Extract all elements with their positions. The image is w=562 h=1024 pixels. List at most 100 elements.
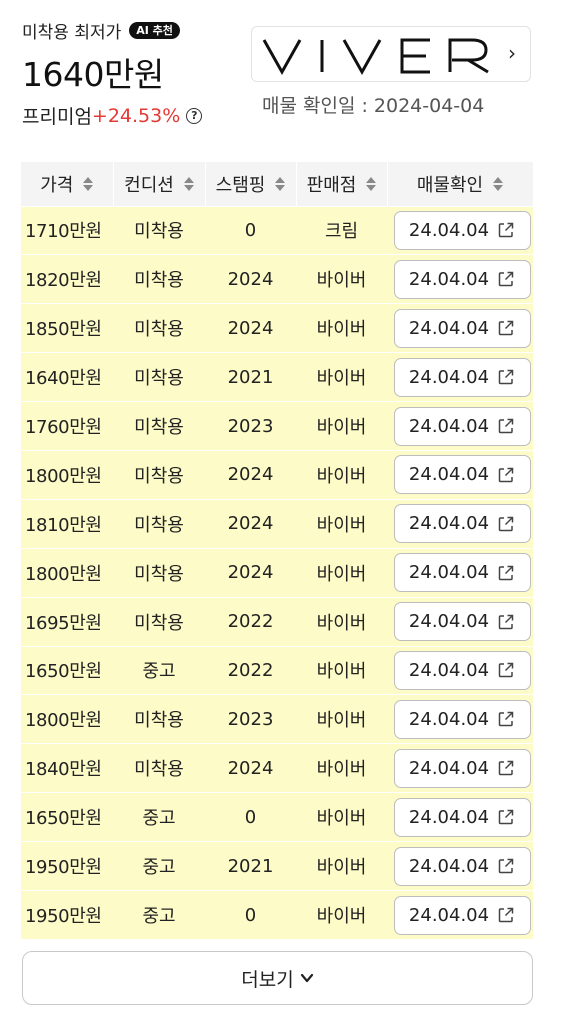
listing-check-date-label: 24.04.04: [408, 415, 490, 437]
cell-seller: 바이버: [296, 694, 387, 744]
cell-listing-check: 24.04.04: [387, 303, 533, 353]
lowest-price-label-row: 미착용 최저가 AI 추천: [22, 18, 180, 43]
cell-listing-check: 24.04.04: [387, 645, 533, 695]
listing-check-date-label: 24.04.04: [408, 464, 490, 486]
cell-stamping: 2024: [205, 498, 296, 549]
cell-listing-check: 24.04.04: [387, 596, 533, 647]
listing-check-button[interactable]: 24.04.04: [393, 308, 531, 348]
listing-check-button[interactable]: 24.04.04: [393, 602, 531, 642]
cell-stamping: 2024: [205, 743, 296, 793]
viver-logo-link[interactable]: ›: [251, 26, 531, 82]
cell-price: 1820만원: [21, 254, 113, 304]
listing-check-button[interactable]: 24.04.04: [393, 210, 531, 250]
cell-stamping: 2023: [205, 401, 296, 451]
listing-check-button[interactable]: 24.04.04: [393, 699, 531, 739]
table-row: 1840만원 미착용 2024 바이버 24.04.04: [21, 743, 533, 793]
cell-seller: 바이버: [296, 449, 387, 500]
table-row: 1820만원 미착용 2024 바이버 24.04.04: [21, 254, 533, 304]
cell-seller: 바이버: [296, 889, 387, 940]
external-link-icon: [497, 368, 515, 386]
column-header-label: 가격: [40, 174, 74, 196]
cell-listing-check: 24.04.04: [387, 743, 533, 793]
cell-listing-check: 24.04.04: [387, 449, 533, 500]
external-link-icon: [497, 221, 515, 239]
cell-seller: 바이버: [296, 743, 387, 793]
listing-table: 가격 컨디션 스탬핑 판매점 매물확인 1710만원 미착용 0 크림 24.0…: [21, 162, 534, 940]
cell-stamping: 0: [205, 792, 296, 842]
listing-check-button[interactable]: 24.04.04: [393, 553, 531, 593]
cell-stamping: 2024: [205, 254, 296, 304]
load-more-button[interactable]: 더보기: [22, 951, 533, 1005]
column-header-price[interactable]: 가격: [21, 162, 114, 206]
cell-condition: 미착용: [113, 401, 205, 451]
cell-seller: 바이버: [296, 352, 387, 402]
lowest-price-value: 1640만원: [22, 55, 164, 94]
listing-check-date-label: 24.04.04: [408, 855, 490, 877]
listing-check-button[interactable]: 24.04.04: [393, 406, 531, 446]
column-header-condition[interactable]: 컨디션: [113, 162, 206, 206]
cell-condition: 미착용: [113, 498, 205, 549]
load-more-label: 더보기: [241, 968, 294, 991]
cell-stamping: 0: [205, 889, 296, 940]
listing-check-button[interactable]: 24.04.04: [393, 748, 531, 788]
cell-seller: 바이버: [296, 547, 387, 598]
cell-stamping: 2022: [205, 645, 296, 695]
cell-price: 1760만원: [21, 401, 113, 451]
cell-price: 1810만원: [21, 498, 113, 549]
listing-check-date-label: 24.04.04: [408, 268, 490, 290]
cell-stamping: 2021: [205, 352, 296, 402]
lowest-price-label: 미착용 최저가: [22, 23, 122, 43]
cell-condition: 미착용: [113, 254, 205, 304]
external-link-icon: [497, 759, 515, 777]
viver-logo: [262, 38, 489, 76]
help-icon[interactable]: ?: [186, 107, 203, 124]
external-link-icon: [497, 808, 515, 826]
external-link-icon: [497, 564, 515, 582]
table-row: 1950만원 중고 2021 바이버 24.04.04: [21, 841, 533, 891]
sort-icon: [83, 176, 94, 191]
cell-listing-check: 24.04.04: [387, 694, 533, 744]
listing-check-button[interactable]: 24.04.04: [393, 650, 531, 690]
column-header-stamping[interactable]: 스탬핑: [205, 162, 297, 206]
cell-seller: 바이버: [296, 401, 387, 451]
external-link-icon: [497, 417, 515, 435]
table-row: 1710만원 미착용 0 크림 24.04.04: [21, 205, 533, 255]
ai-recommend-badge: AI 추천: [129, 22, 180, 39]
premium-label: 프리미엄: [22, 106, 92, 128]
column-header-label: 스탬핑: [215, 174, 266, 196]
cell-price: 1710만원: [21, 205, 113, 255]
cell-price: 1800만원: [21, 449, 113, 500]
listing-check-button[interactable]: 24.04.04: [393, 846, 531, 886]
listing-check-button[interactable]: 24.04.04: [393, 797, 531, 837]
cell-price: 1840만원: [21, 743, 113, 793]
listing-check-date-label: 24.04.04: [408, 219, 490, 241]
external-link-icon: [497, 857, 515, 875]
cell-condition: 중고: [113, 841, 205, 891]
listing-check-button[interactable]: 24.04.04: [393, 259, 531, 299]
listing-check-date-label: 24.04.04: [408, 708, 490, 730]
external-link-icon: [497, 270, 515, 288]
listing-check-date-label: 24.04.04: [408, 757, 490, 779]
listing-check-button[interactable]: 24.04.04: [393, 504, 531, 544]
cell-listing-check: 24.04.04: [387, 889, 533, 940]
column-header-seller[interactable]: 판매점: [296, 162, 388, 206]
cell-price: 1640만원: [21, 352, 113, 402]
table-row: 1810만원 미착용 2024 바이버 24.04.04: [21, 498, 533, 549]
listing-check-button[interactable]: 24.04.04: [393, 895, 531, 935]
cell-stamping: 2021: [205, 841, 296, 891]
cell-condition: 미착용: [113, 205, 205, 255]
premium-row: 프리미엄 +24.53% ?: [22, 102, 203, 129]
cell-seller: 바이버: [296, 645, 387, 695]
listing-check-button[interactable]: 24.04.04: [393, 455, 531, 495]
cell-stamping: 0: [205, 205, 296, 255]
listing-check-date-label: 24.04.04: [408, 562, 490, 584]
cell-listing-check: 24.04.04: [387, 547, 533, 598]
cell-price: 1950만원: [21, 841, 113, 891]
sort-icon: [366, 176, 377, 191]
cell-seller: 바이버: [296, 498, 387, 549]
column-header-listing-check[interactable]: 매물확인: [387, 162, 534, 206]
cell-condition: 중고: [113, 792, 205, 842]
table-header-row: 가격 컨디션 스탬핑 판매점 매물확인: [21, 162, 534, 206]
external-link-icon: [497, 319, 515, 337]
listing-check-button[interactable]: 24.04.04: [393, 357, 531, 397]
